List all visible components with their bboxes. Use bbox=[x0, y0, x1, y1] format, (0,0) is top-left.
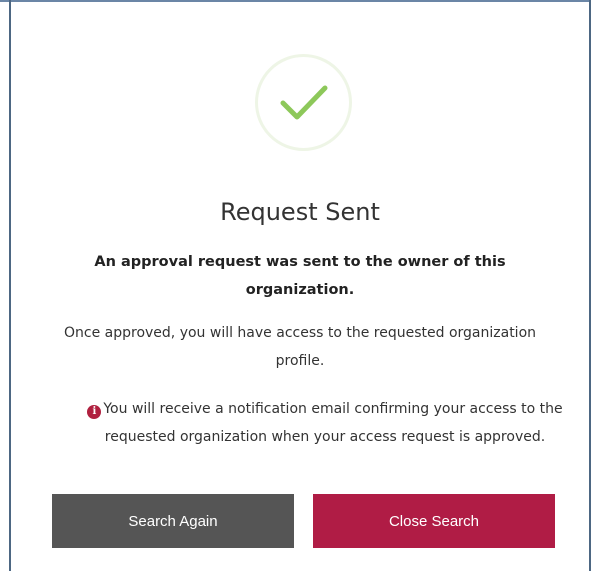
search-again-button[interactable]: Search Again bbox=[52, 494, 294, 548]
dialog-body: Once approved, you will have access to t… bbox=[63, 325, 537, 369]
info-icon: i bbox=[87, 405, 102, 419]
notice-text: You will receive a notification email co… bbox=[103, 401, 563, 445]
close-search-button[interactable]: Close Search bbox=[313, 494, 555, 548]
success-indicator bbox=[255, 54, 352, 151]
page: Request Sent An approval request was sen… bbox=[0, 0, 591, 571]
request-sent-dialog: Request Sent An approval request was sen… bbox=[11, 2, 589, 571]
notification-notice: i You will receive a notification email c… bbox=[65, 395, 585, 451]
check-icon bbox=[280, 85, 328, 120]
dialog-title: Request Sent bbox=[220, 198, 380, 226]
dialog-subtitle: An approval request was sent to the owne… bbox=[94, 254, 506, 298]
